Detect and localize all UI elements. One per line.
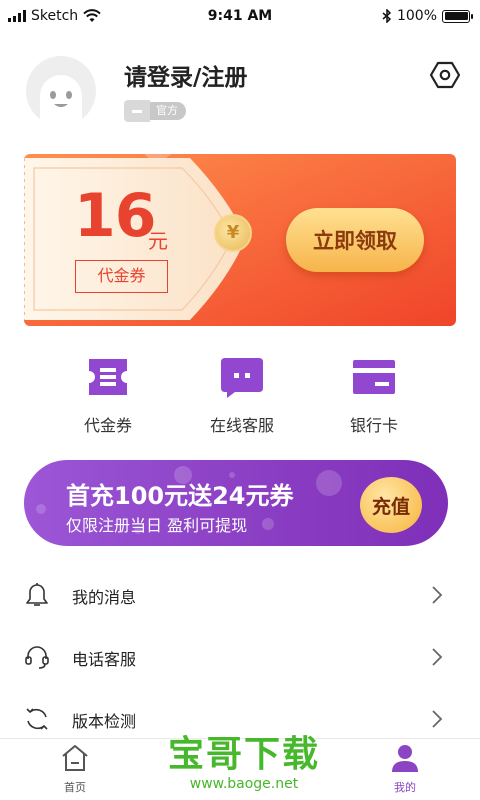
quick-action-voucher[interactable]: 代金券: [48, 354, 168, 436]
ticket-icon: [89, 359, 127, 395]
status-bar: Sketch 9:41 AM 100%: [0, 0, 480, 32]
status-right: 100%: [382, 8, 473, 24]
claim-now-button[interactable]: 立即领取: [286, 208, 424, 272]
menu-item-phone-service[interactable]: 电话客服: [0, 626, 480, 688]
badge-icon: [124, 100, 150, 122]
refresh-icon: [26, 708, 48, 730]
battery-percent: 100%: [396, 8, 437, 24]
bluetooth-icon: [382, 9, 392, 23]
bank-card-icon: [353, 360, 395, 394]
user-icon: [392, 745, 418, 772]
chevron-right-icon: [432, 586, 443, 604]
promo-title: 首充100元送24元券: [66, 482, 294, 510]
tab-mine[interactable]: 我的: [370, 743, 440, 795]
quick-action-bank-card[interactable]: 银行卡: [314, 354, 434, 436]
home-icon: [62, 745, 88, 771]
badge-text: 官方: [150, 102, 186, 120]
avatar[interactable]: [26, 56, 96, 126]
menu-item-my-messages[interactable]: 我的消息: [0, 564, 480, 626]
coupon-amount: 16: [74, 181, 156, 251]
battery-fill: [444, 12, 468, 20]
menu-item-label: 我的消息: [72, 588, 137, 607]
quick-action-label: 代金券: [83, 416, 132, 435]
battery-icon: [442, 9, 473, 23]
chat-icon: [221, 358, 263, 398]
chevron-right-icon: [432, 710, 443, 728]
yuan-coin-icon: ¥: [214, 214, 252, 252]
headset-icon: [25, 646, 49, 669]
menu-item-label: 版本检测: [72, 712, 137, 731]
tab-home[interactable]: 首页: [40, 743, 110, 795]
coupon-type-label: 代金券: [75, 260, 168, 293]
quick-action-label: 银行卡: [349, 416, 398, 435]
quick-action-online-service[interactable]: 在线客服: [182, 354, 302, 436]
first-recharge-promo-banner[interactable]: 首充100元送24元券 仅限注册当日 盈利可提现 充值: [24, 460, 448, 546]
menu-item-label: 电话客服: [72, 650, 137, 669]
login-register-link[interactable]: 请登录/注册: [124, 58, 247, 92]
quick-action-label: 在线客服: [209, 416, 274, 435]
tab-label: 首页: [64, 781, 86, 794]
menu-list: 我的消息 电话客服 版本检测: [0, 564, 480, 750]
coupon-unit: 元: [148, 229, 168, 253]
quick-actions: 代金券 在线客服 银行卡: [0, 354, 480, 440]
bell-icon: [26, 583, 48, 606]
tab-label: 我的: [394, 781, 416, 794]
official-badge: 官方: [124, 100, 186, 122]
settings-icon[interactable]: [430, 60, 460, 90]
bottom-tab-bar: 首页 我的: [0, 738, 480, 800]
promo-subtitle: 仅限注册当日 盈利可提现: [66, 516, 248, 535]
avatar-ghost-icon: [40, 75, 82, 126]
recharge-button[interactable]: 充值: [360, 477, 422, 533]
chevron-right-icon: [432, 648, 443, 666]
